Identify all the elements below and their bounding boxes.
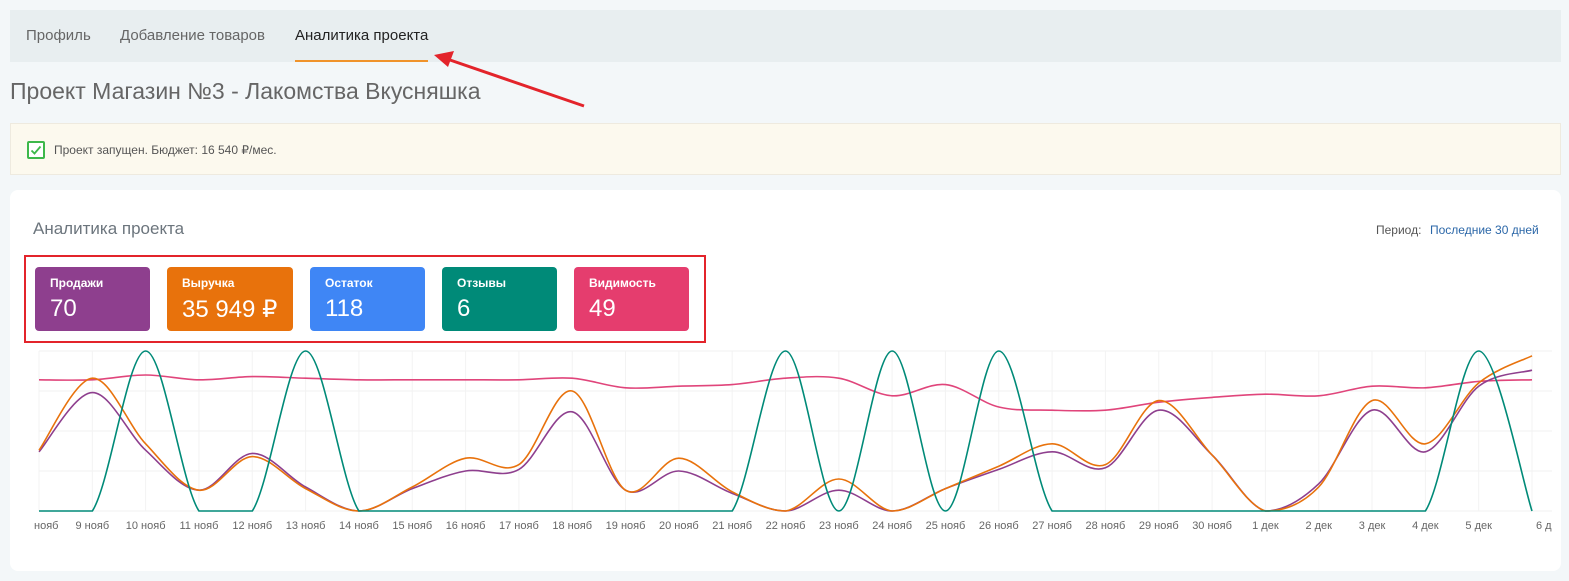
period-selector[interactable]: Последние 30 дней (1430, 223, 1539, 237)
x-tick-label: 17 нояб (499, 520, 539, 532)
x-tick-label: 3 дек (1359, 520, 1386, 532)
x-tick-label: 13 нояб (286, 520, 326, 532)
page-title: Проект Магазин №3 - Лакомства Вкусняшка (10, 78, 481, 104)
x-tick-label: 10 нояб (126, 520, 166, 532)
analytics-chart: нояб 9 нояб 10 нояб 11 нояб 12 нояб 13 нояб 14… (10, 340, 1561, 540)
stat-card-revenue[interactable]: Выручка 35 949 ₽ (167, 267, 293, 331)
x-tick-label: 1 дек (1252, 520, 1279, 532)
stats-highlight-frame: Продажи 70 Выручка 35 949 ₽ Остаток 118 … (24, 255, 706, 343)
stat-value: 118 (325, 295, 364, 322)
tab-project-analytics[interactable]: Аналитика проекта (295, 10, 429, 62)
x-tick-label: 21 нояб (712, 520, 752, 532)
stat-label: Отзывы (457, 276, 507, 290)
x-tick-label: 25 нояб (926, 520, 966, 532)
x-tick-label: 4 дек (1412, 520, 1439, 532)
x-tick-label: 24 нояб (872, 520, 912, 532)
x-tick-label: 12 нояб (232, 520, 272, 532)
tab-add-products[interactable]: Добавление товаров (120, 10, 265, 62)
panel-title: Аналитика проекта (33, 219, 185, 238)
line-chart: нояб 9 нояб 10 нояб 11 нояб 12 нояб 13 нояб 14… (34, 350, 1552, 532)
x-tick-label: 23 нояб (819, 520, 859, 532)
stat-value: 6 (457, 295, 471, 322)
stat-label: Выручка (182, 276, 235, 290)
x-tick-label: 27 нояб (1032, 520, 1072, 532)
x-tick-label: 22 нояб (766, 520, 806, 532)
nav-tabs: Профиль Добавление товаров Аналитика про… (10, 10, 1561, 62)
x-tick-label: 18 нояб (552, 520, 592, 532)
x-tick-label: 14 нояб (339, 520, 379, 532)
stat-card-visibility[interactable]: Видимость 49 (574, 267, 689, 331)
x-tick-label: 28 нояб (1086, 520, 1126, 532)
stat-label: Видимость (589, 276, 656, 290)
x-tick-label: 6 д (1536, 520, 1552, 532)
stat-value: 35 949 ₽ (182, 296, 278, 323)
chart-grid (38, 350, 1552, 512)
stat-card-stock[interactable]: Остаток 118 (310, 267, 425, 331)
x-tick-label: 15 нояб (392, 520, 432, 532)
stat-card-reviews[interactable]: Отзывы 6 (442, 267, 557, 331)
stat-value: 49 (589, 295, 616, 322)
stat-value: 70 (50, 295, 77, 322)
tab-profile[interactable]: Профиль (26, 10, 91, 62)
x-tick-label: 11 нояб (179, 520, 218, 532)
period-label: Период: (1376, 223, 1422, 237)
x-tick-label: 5 дек (1465, 520, 1492, 532)
x-tick-label: 2 дек (1305, 520, 1332, 532)
x-tick-label: 16 нояб (446, 520, 486, 532)
stat-card-sales[interactable]: Продажи 70 (35, 267, 150, 331)
x-tick-label: 20 нояб (659, 520, 699, 532)
x-tick-label: 26 нояб (979, 520, 1019, 532)
check-icon (27, 141, 45, 159)
x-tick-label: 29 нояб (1139, 520, 1179, 532)
x-tick-label: 19 нояб (606, 520, 646, 532)
stat-label: Продажи (50, 276, 104, 290)
analytics-panel: Аналитика проекта Период: Последние 30 д… (10, 190, 1561, 571)
status-notice: Проект запущен. Бюджет: 16 540 ₽/мес. (10, 123, 1561, 175)
x-tick-label: 30 нояб (1192, 520, 1232, 532)
x-tick-label: 9 нояб (76, 520, 110, 532)
stat-label: Остаток (325, 276, 373, 290)
x-tick-label: нояб (34, 520, 58, 532)
notice-text: Проект запущен. Бюджет: 16 540 ₽/мес. (54, 143, 277, 157)
